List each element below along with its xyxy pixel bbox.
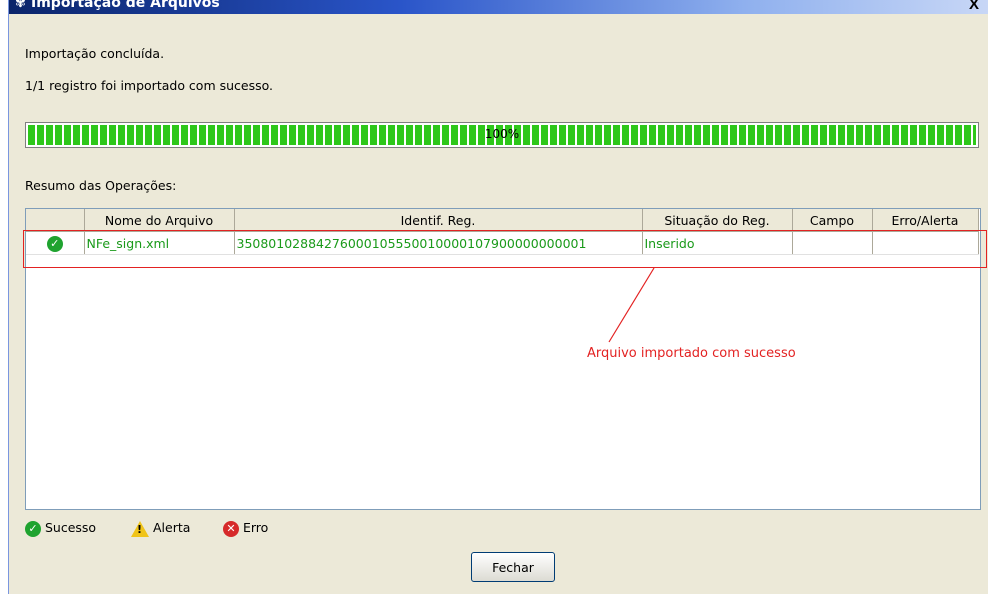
- legend-success: ✓ Sucesso: [25, 520, 96, 537]
- table-row[interactable]: ✓ NFe_sign.xml 3508010288427600010555001…: [26, 231, 979, 255]
- column-header-id[interactable]: Identif. Reg.: [234, 209, 643, 232]
- result-message: 1/1 registro foi importado com sucesso.: [25, 78, 274, 93]
- field-cell: [792, 231, 873, 255]
- progress-label: 100%: [484, 127, 520, 141]
- legend-alert: ! Alerta: [131, 520, 190, 537]
- legend-success-label: Sucesso: [44, 520, 97, 535]
- progress-bar: 100%: [25, 122, 979, 148]
- error-icon: ✕: [223, 520, 239, 537]
- status-cell: ✓: [26, 231, 85, 255]
- table-header-row: Nome do Arquivo Identif. Reg. Situação d…: [26, 209, 979, 232]
- record-id-cell: 3508010288427600010555001000010790000000…: [234, 231, 643, 255]
- column-header-status[interactable]: [26, 209, 85, 232]
- success-icon: ✓: [25, 520, 41, 537]
- import-dialog: ✾ Importação de Arquivos X Importação co…: [8, 0, 988, 594]
- legend-alert-label: Alerta: [152, 520, 191, 535]
- operations-table[interactable]: Nome do Arquivo Identif. Reg. Situação d…: [25, 208, 981, 510]
- annotation-text: Arquivo importado com sucesso: [587, 346, 796, 361]
- app-icon: ✾: [15, 0, 26, 11]
- close-icon[interactable]: X: [963, 0, 985, 14]
- file-name-cell: NFe_sign.xml: [84, 231, 235, 255]
- title-bar: ✾ Importação de Arquivos X: [9, 0, 988, 14]
- column-header-error[interactable]: Erro/Alerta: [872, 209, 979, 232]
- window-title: Importação de Arquivos: [31, 0, 220, 11]
- warning-icon: !: [131, 520, 149, 537]
- column-header-field[interactable]: Campo: [792, 209, 873, 232]
- situation-cell: Inserido: [642, 231, 793, 255]
- legend-error-label: Erro: [242, 520, 269, 535]
- summary-label: Resumo das Operações:: [25, 178, 177, 193]
- close-button[interactable]: Fechar: [471, 552, 555, 582]
- column-header-situation[interactable]: Situação do Reg.: [642, 209, 793, 232]
- success-check-icon: ✓: [46, 235, 63, 252]
- status-message: Importação concluída.: [25, 46, 165, 61]
- legend-error: ✕ Erro: [223, 520, 268, 537]
- column-header-file[interactable]: Nome do Arquivo: [84, 209, 235, 232]
- error-cell: [872, 231, 979, 255]
